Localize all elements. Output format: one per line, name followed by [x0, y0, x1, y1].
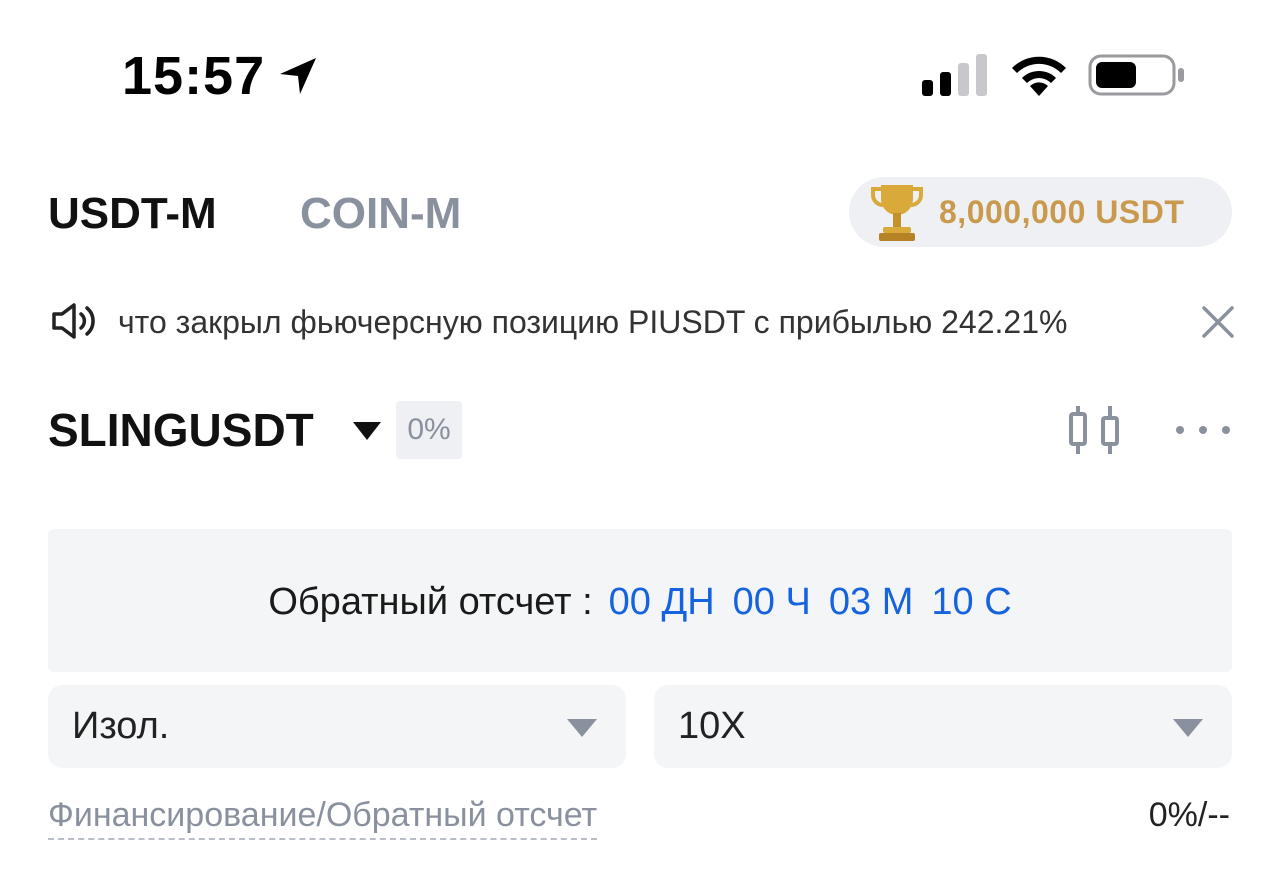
battery-icon [1088, 54, 1184, 96]
countdown-line: Обратный отсчет :00 ДН 00 Ч 03 М 10 С [48, 578, 1232, 626]
countdown-hours-unit: Ч [785, 581, 811, 623]
funding-rate-label[interactable]: Финансирование/Обратный отсчет [48, 794, 598, 840]
more-options-icon[interactable] [1172, 420, 1234, 440]
leverage-select[interactable]: 10X [654, 685, 1232, 768]
countdown-label: Обратный отсчет : [268, 581, 593, 623]
caret-down-icon [567, 719, 597, 737]
countdown-hours: 00 [732, 581, 775, 623]
prize-pool-button[interactable]: 8,000,000 USDT [849, 177, 1232, 247]
countdown-seconds: 10 [931, 581, 974, 623]
countdown-days: 00 [608, 581, 651, 623]
candlestick-chart-icon[interactable] [1066, 404, 1124, 456]
close-icon[interactable] [1200, 304, 1236, 340]
countdown-minutes: 03 [828, 581, 872, 623]
cellular-signal-icon [922, 54, 987, 96]
countdown-days-unit: ДН [661, 581, 715, 623]
tab-usdt-m[interactable]: USDT-M [48, 188, 217, 240]
status-time: 15:57 [122, 46, 266, 106]
announcement-ticker[interactable]: что закрыл фьючерсную позицию PIUSDT с п… [118, 300, 1178, 344]
location-arrow-icon [280, 58, 316, 94]
margin-mode-value: Изол. [72, 705, 170, 747]
countdown-minutes-unit: М [881, 581, 914, 623]
wifi-icon [1012, 56, 1066, 96]
leverage-value: 10X [678, 705, 746, 747]
countdown-seconds-unit: С [984, 581, 1012, 623]
trophy-icon [871, 185, 923, 241]
price-change-badge: 0% [396, 401, 462, 459]
speaker-icon [52, 303, 95, 339]
tab-coin-m[interactable]: COIN-M [300, 188, 461, 240]
caret-down-icon [1173, 719, 1203, 737]
funding-rate-value: 0%/-- [1148, 796, 1230, 834]
symbol-selector[interactable]: SLINGUSDT [48, 402, 314, 458]
caret-down-icon[interactable] [352, 420, 382, 442]
prize-amount: 8,000,000 USDT [939, 193, 1185, 230]
margin-mode-select[interactable]: Изол. [48, 685, 626, 768]
